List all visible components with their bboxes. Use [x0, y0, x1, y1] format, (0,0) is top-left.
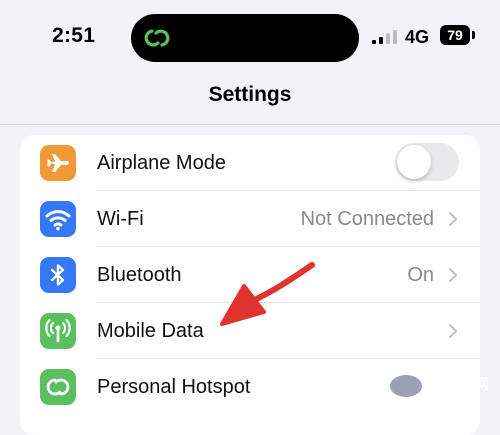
battery-level: 79 — [440, 25, 470, 45]
settings-row-wifi[interactable]: Wi-Fi Not Connected — [20, 191, 480, 247]
status-bar: 2:51 4G 79 — [0, 0, 500, 78]
settings-row-label: Airplane Mode — [97, 152, 226, 174]
hotspot-icon — [40, 369, 76, 405]
airplane-icon — [40, 145, 76, 181]
cellular-signal-icon — [372, 30, 397, 44]
settings-row-label: Wi-Fi — [97, 208, 144, 230]
settings-row-label: Mobile Data — [97, 320, 204, 342]
airplane-mode-toggle[interactable] — [395, 143, 459, 181]
settings-row-label: Personal Hotspot — [97, 376, 251, 398]
status-time: 2:51 — [52, 24, 96, 47]
settings-row-label: Bluetooth — [97, 264, 182, 286]
settings-row-bluetooth[interactable]: Bluetooth On — [20, 247, 480, 303]
bluetooth-status: On — [407, 264, 434, 286]
bluetooth-icon — [40, 257, 76, 293]
toggle-knob — [397, 145, 431, 179]
settings-row-airplane-mode[interactable]: Airplane Mode — [20, 135, 480, 191]
settings-row-mobile-data[interactable]: Mobile Data — [20, 303, 480, 359]
page-title: Settings — [208, 83, 292, 106]
nav-divider — [0, 124, 500, 125]
watermark-text: php中文网 — [421, 376, 489, 392]
battery-tip — [472, 31, 475, 39]
dynamic-island[interactable] — [131, 14, 359, 62]
wifi-status: Not Connected — [300, 208, 434, 230]
chevron-right-icon — [448, 267, 458, 283]
hotspot-link-icon — [144, 29, 170, 47]
antenna-icon — [40, 313, 76, 349]
chevron-right-icon — [448, 211, 458, 227]
chevron-right-icon — [448, 323, 458, 339]
network-type: 4G — [405, 27, 430, 47]
wifi-icon — [40, 201, 76, 237]
